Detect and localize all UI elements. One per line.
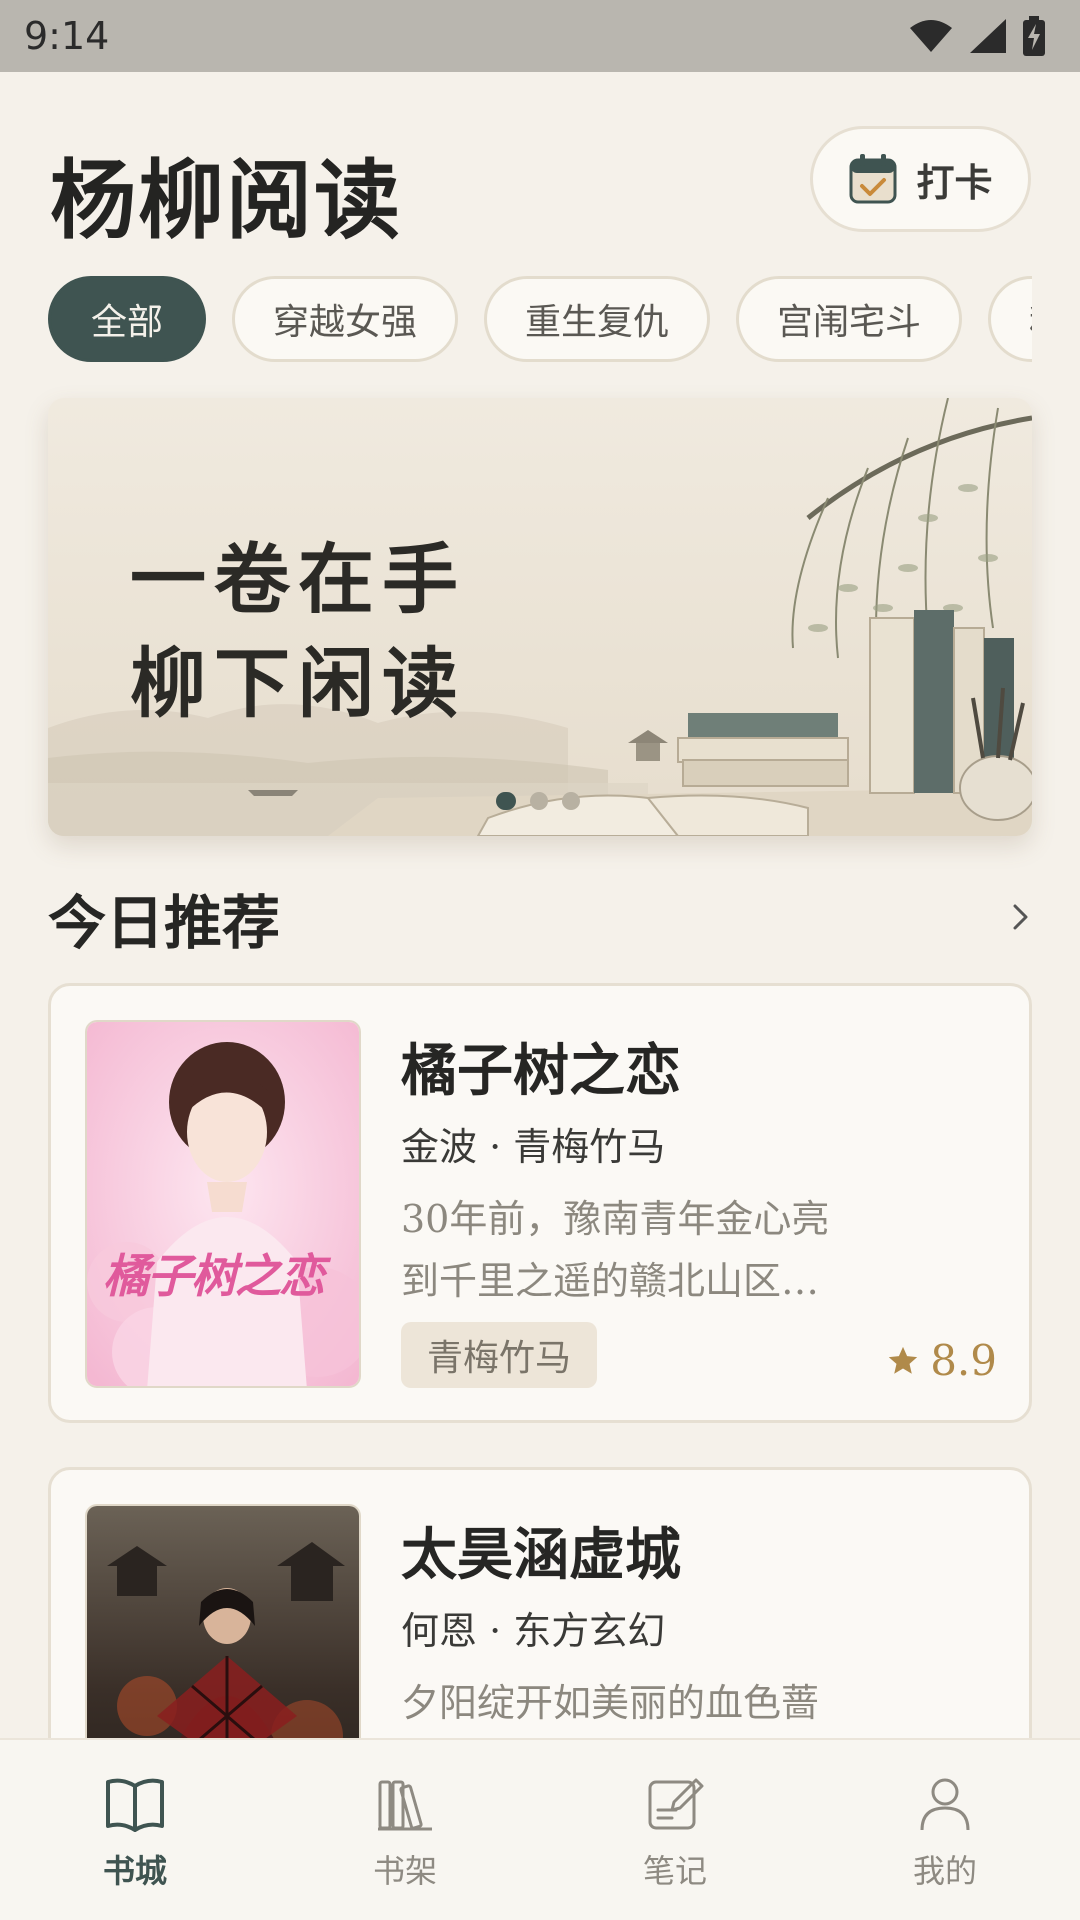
banner-line-2: 柳下闲读 — [130, 639, 466, 728]
checkin-label: 打卡 — [916, 159, 993, 205]
note-edit-icon — [648, 1778, 704, 1830]
app-title: 杨柳阅读 — [50, 150, 402, 251]
battery-icon — [1023, 16, 1045, 56]
user-icon — [920, 1778, 970, 1831]
cellular-signal-icon — [970, 19, 1006, 53]
book-rating: 8.9 — [886, 1336, 997, 1385]
banner-line-1: 一卷在手 — [130, 535, 466, 624]
book-title: 太昊涵虚城 — [401, 1522, 681, 1588]
book-cover[interactable]: 橘子树之恋 — [85, 1020, 361, 1388]
book-description: 夕阳绽开如美丽的血色蔷 — [401, 1672, 1001, 1734]
nav-item-notes[interactable]: 笔记 — [540, 1740, 810, 1920]
bottom-navigation: 书城 书架 笔记 我的 — [0, 1738, 1080, 1920]
book-rating-value: 8.9 — [930, 1336, 997, 1385]
book-description: 30年前，豫南青年金心亮 到千里之遥的赣北山区… — [401, 1188, 1001, 1312]
nav-item-bookshelf[interactable]: 书架 — [270, 1740, 540, 1920]
book-description-line-1: 30年前，豫南青年金心亮 — [401, 1197, 830, 1241]
open-book-icon — [106, 1778, 164, 1832]
status-time: 9:14 — [24, 14, 110, 58]
nav-item-bookstore[interactable]: 书城 — [0, 1740, 270, 1920]
book-author-genre: 金波 · 青梅竹马 — [401, 1125, 666, 1169]
checkin-button[interactable]: 打卡 — [810, 126, 1031, 232]
book-tag[interactable]: 青梅竹马 — [401, 1322, 598, 1388]
promo-banner[interactable]: 一卷在手 柳下闲读 — [48, 398, 1032, 836]
book-cover-title: 橘子树之恋 — [103, 1249, 325, 1303]
nav-label-bookstore: 书城 — [102, 1852, 167, 1890]
nav-item-profile[interactable]: 我的 — [810, 1740, 1080, 1920]
chevron-right-icon[interactable] — [1010, 902, 1032, 932]
banner-dot-2[interactable] — [530, 792, 548, 810]
bookshelf-icon — [378, 1780, 432, 1831]
banner-pagination — [496, 792, 580, 810]
section-title-recommend: 今日推荐 — [48, 889, 281, 957]
status-icons — [908, 16, 1046, 56]
category-chips: 全部 穿越女强 重生复仇 宫闱宅斗 种 — [48, 276, 1032, 364]
status-bar: 9:14 — [0, 0, 1080, 72]
nav-label-notes: 笔记 — [642, 1852, 707, 1890]
banner-slogan: 一卷在手 柳下闲读 — [130, 528, 466, 736]
category-chip-partial[interactable]: 种 — [988, 276, 1032, 362]
category-chip-all[interactable]: 全部 — [48, 276, 207, 362]
wifi-icon — [910, 20, 952, 52]
star-icon — [889, 1346, 918, 1374]
banner-dot-1[interactable] — [496, 792, 516, 810]
book-description-line-1: 夕阳绽开如美丽的血色蔷 — [401, 1681, 820, 1725]
book-author-genre: 何恩 · 东方玄幻 — [401, 1609, 666, 1653]
category-chip-rebirth-revenge[interactable]: 重生复仇 — [484, 276, 711, 362]
calendar-check-icon — [849, 154, 897, 204]
nav-label-bookshelf: 书架 — [372, 1852, 437, 1890]
category-chip-palace[interactable]: 宫闱宅斗 — [736, 276, 963, 362]
nav-label-profile: 我的 — [912, 1852, 977, 1890]
book-description-line-2: 到千里之遥的赣北山区… — [401, 1259, 820, 1303]
book-card[interactable]: 橘子树之恋 橘子树之恋 金波 · 青梅竹马 30年前，豫南青年金心亮 到千里之遥… — [48, 983, 1032, 1423]
book-title: 橘子树之恋 — [401, 1038, 681, 1104]
banner-dot-3[interactable] — [562, 792, 580, 810]
book-cover-art — [87, 1022, 359, 1386]
category-chip-time-travel[interactable]: 穿越女强 — [232, 276, 459, 362]
